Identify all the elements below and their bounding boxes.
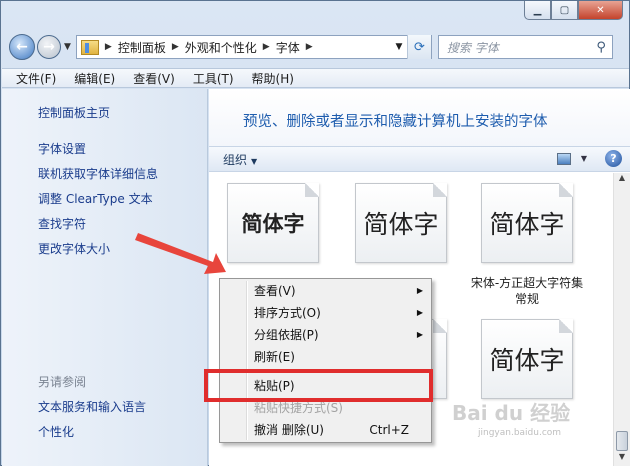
- vertical-scrollbar[interactable]: ▲ ▼: [613, 173, 630, 466]
- context-menu: 查看(V) ▶ 排序方式(O) ▶ 分组依据(P) ▶ 刷新(E) 粘贴(P) 粘贴快…: [219, 278, 432, 443]
- address-controls: ▼ ⟳: [391, 35, 431, 59]
- close-icon: ✕: [596, 4, 605, 16]
- menu-file[interactable]: 文件(F): [16, 70, 56, 87]
- scrollbar-thumb[interactable]: [616, 431, 628, 451]
- font-sample: 简体字: [489, 346, 565, 375]
- organize-button[interactable]: 组织 ▼: [223, 151, 257, 168]
- back-button[interactable]: ←: [9, 34, 35, 60]
- breadcrumb-fonts[interactable]: 字体: [276, 39, 300, 56]
- watermark-url: jingyan.baidu.com: [478, 428, 562, 438]
- font-tile[interactable]: 简体字: [355, 183, 447, 263]
- ctx-sort-label: 排序方式(O): [254, 306, 321, 320]
- font-preview: 简体字: [227, 183, 319, 263]
- minimize-icon: ▁: [533, 4, 542, 16]
- ctx-sort-by[interactable]: 排序方式(O) ▶: [254, 302, 429, 324]
- font-sample: 简体字: [241, 211, 305, 236]
- link-text-services[interactable]: 文本服务和输入语言: [38, 398, 146, 415]
- recent-pages-dropdown[interactable]: ▼: [64, 42, 71, 52]
- submenu-arrow-icon: ▶: [416, 330, 423, 339]
- search-icon[interactable]: ⚲: [596, 40, 606, 55]
- font-preview: 简体字: [355, 183, 447, 263]
- font-tile[interactable]: 简体字: [481, 319, 573, 399]
- ctx-refresh-label: 刷新(E): [254, 350, 295, 364]
- back-arrow-icon: ←: [16, 39, 28, 55]
- font-sample: 简体字: [489, 210, 565, 239]
- font-tile[interactable]: 简体字: [227, 183, 319, 263]
- minimize-button[interactable]: ▁: [524, 1, 551, 20]
- address-bar[interactable]: ▶ 控制面板 ▶ 外观和个性化 ▶ 字体 ▶ ▼ ⟳: [75, 35, 432, 59]
- close-button[interactable]: ✕: [578, 1, 623, 20]
- address-dropdown-icon[interactable]: ▼: [391, 42, 407, 52]
- navigation-bar: ← → ▼ ▶ 控制面板 ▶ 外观和个性化 ▶ 字体 ▶ ▼ ⟳ 搜索 字体 ⚲: [9, 32, 623, 62]
- chevron-right-icon[interactable]: ▶: [306, 42, 313, 52]
- view-options-dropdown-icon[interactable]: ▼: [581, 154, 587, 163]
- caption-buttons: ▁ ▢ ✕: [524, 1, 623, 20]
- search-placeholder: 搜索 字体: [446, 40, 499, 55]
- organize-label: 组织: [223, 152, 248, 167]
- link-control-panel-home[interactable]: 控制面板主页: [38, 104, 110, 121]
- chevron-right-icon[interactable]: ▶: [263, 42, 270, 52]
- link-get-font-info-online[interactable]: 联机获取字体详细信息: [38, 165, 158, 182]
- submenu-arrow-icon: ▶: [416, 286, 423, 295]
- watermark-logo: Bai du 经验: [452, 401, 571, 425]
- breadcrumb-control-panel[interactable]: 控制面板: [118, 39, 166, 56]
- menu-bar: 文件(F) 编辑(E) 查看(V) 工具(T) 帮助(H): [2, 68, 629, 88]
- menu-help[interactable]: 帮助(H): [252, 70, 294, 87]
- link-change-font-size[interactable]: 更改字体大小: [38, 240, 110, 257]
- submenu-arrow-icon: ▶: [416, 308, 423, 317]
- font-tile[interactable]: 简体字: [481, 183, 573, 263]
- font-preview: 简体字: [481, 319, 573, 399]
- ctx-undo-delete[interactable]: 撤消 删除(U) Ctrl+Z: [254, 419, 429, 441]
- font-preview: 简体字: [481, 183, 573, 263]
- left-pane: 控制面板主页 字体设置 联机获取字体详细信息 调整 ClearType 文本 查…: [2, 89, 208, 466]
- ctx-view[interactable]: 查看(V) ▶: [254, 280, 429, 302]
- chevron-right-icon[interactable]: ▶: [172, 42, 179, 52]
- ctx-paste-shortcut-label: 粘贴快捷方式(S): [254, 401, 343, 415]
- forward-button[interactable]: →: [37, 35, 61, 59]
- link-font-settings[interactable]: 字体设置: [38, 140, 86, 157]
- breadcrumb-appearance[interactable]: 外观和个性化: [185, 39, 257, 56]
- ctx-view-label: 查看(V): [254, 284, 296, 298]
- scroll-down-icon[interactable]: ▼: [614, 452, 630, 466]
- highlight-box-annotation: [204, 369, 433, 402]
- ctx-group-by[interactable]: 分组依据(P) ▶: [254, 324, 429, 346]
- ctx-undo-label: 撤消 删除(U): [254, 423, 324, 437]
- font-caption[interactable]: 宋体-方正超大字符集 常规: [467, 275, 587, 307]
- see-also-heading: 另请参阅: [38, 375, 87, 389]
- help-icon[interactable]: ?: [605, 150, 622, 167]
- control-panel-folder-icon: [80, 39, 99, 55]
- menu-view[interactable]: 查看(V): [133, 70, 175, 87]
- link-find-character[interactable]: 查找字符: [38, 215, 86, 232]
- toolbar-right: ▼ ?: [556, 150, 622, 167]
- ctx-refresh[interactable]: 刷新(E): [254, 346, 429, 368]
- ctx-undo-shortcut: Ctrl+Z: [369, 423, 409, 437]
- chevron-down-icon: ▼: [251, 156, 258, 166]
- page-title: 预览、删除或者显示和隐藏计算机上安装的字体: [243, 114, 548, 130]
- font-sample: 简体字: [363, 210, 439, 239]
- chevron-right-icon[interactable]: ▶: [105, 42, 112, 52]
- forward-arrow-icon: →: [43, 39, 55, 55]
- scroll-up-icon[interactable]: ▲: [614, 173, 630, 187]
- menu-edit[interactable]: 编辑(E): [74, 70, 115, 87]
- maximize-button[interactable]: ▢: [551, 1, 578, 20]
- toolbar: 组织 ▼ ▼ ?: [209, 146, 630, 172]
- link-personalization[interactable]: 个性化: [38, 423, 74, 440]
- ctx-group-label: 分组依据(P): [254, 328, 319, 342]
- refresh-icon[interactable]: ⟳: [406, 35, 431, 59]
- banner: 预览、删除或者显示和隐藏计算机上安装的字体: [209, 89, 630, 146]
- menu-tools[interactable]: 工具(T): [193, 70, 234, 87]
- change-view-icon[interactable]: [556, 152, 571, 165]
- link-adjust-cleartype[interactable]: 调整 ClearType 文本: [38, 190, 153, 207]
- search-input[interactable]: 搜索 字体 ⚲: [437, 35, 613, 59]
- maximize-icon: ▢: [559, 4, 570, 16]
